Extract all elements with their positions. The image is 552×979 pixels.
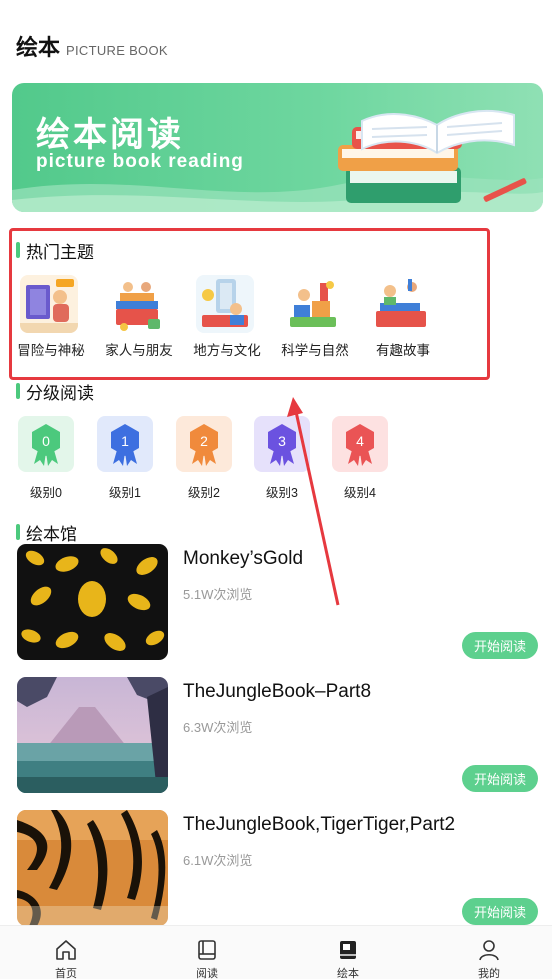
tab-label: 阅读 [196,968,218,979]
hot-topics-title: 热门主题 [26,242,94,262]
level-number: 0 [42,433,50,449]
level-item-0[interactable]: 0 级别0 [16,416,76,500]
library-header: 绘本馆 [16,522,77,544]
topic-item-adventure[interactable]: 冒险与神秘 [12,275,92,365]
start-reading-button[interactable]: 开始阅读 [462,632,538,659]
fun-stories-illustration [372,275,430,333]
level-badge-icon: 0 [32,424,60,466]
hot-topics-list: 冒险与神秘 家人与朋友 地方与文化 科学与自然 有趣故事 [12,275,482,365]
level-number: 2 [200,433,208,449]
level-badge-icon: 3 [268,424,296,466]
page-header: 绘本 PICTURE BOOK [16,30,168,60]
section-accent-bar [16,383,20,399]
tab-label: 我的 [478,968,500,979]
level-badge-icon: 2 [190,424,218,466]
book-views: 6.3W次浏览 [183,720,253,735]
topic-item-fun-stories[interactable]: 有趣故事 [364,275,444,365]
tab-reading[interactable]: 阅读 [167,930,247,979]
section-accent-bar [16,524,20,540]
tab-label: 绘本 [337,968,359,979]
level-badge-tile: 3 [254,416,310,472]
book-card[interactable]: TheJungleBook–Part8 6.3W次浏览 开始阅读 [17,677,539,795]
levels-title: 分级阅读 [26,383,94,403]
level-badge-tile: 2 [176,416,232,472]
picture-book-icon [340,941,356,959]
level-item-4[interactable]: 4 级别4 [330,416,390,500]
start-reading-button[interactable]: 开始阅读 [462,898,538,925]
page-subtitle: PICTURE BOOK [66,43,168,58]
user-icon [479,940,499,961]
level-label: 级别2 [188,486,220,500]
book-icon [198,940,216,960]
banner-title: 绘本阅读 [36,116,184,154]
topic-label: 科学与自然 [281,343,349,358]
topic-label: 冒险与神秘 [17,343,85,358]
books-illustration [338,109,527,203]
book-views: 5.1W次浏览 [183,587,253,602]
level-label: 级别4 [344,486,376,500]
book-cover-image [17,810,168,926]
level-number: 1 [121,433,129,449]
topic-label: 家人与朋友 [105,343,173,358]
adventure-illustration [20,275,78,333]
level-badge-tile: 0 [18,416,74,472]
book-title: Monkey’sGold [183,548,304,569]
page-title: 绘本 [16,35,61,60]
topic-label: 地方与文化 [193,343,261,358]
level-item-1[interactable]: 1 级别1 [95,416,155,500]
topic-label: 有趣故事 [376,343,430,358]
home-icon [56,940,76,960]
tab-mine[interactable]: 我的 [449,930,529,979]
family-illustration [108,275,166,333]
section-accent-bar [16,242,20,258]
tab-home[interactable]: 首页 [26,930,106,979]
level-label: 级别0 [30,486,62,500]
levels-list: 0 级别0 1 级别1 2 级别2 3 级别3 4 级别4 [16,416,416,500]
level-label: 级别1 [109,486,141,500]
book-card[interactable]: Monkey’sGold 5.1W次浏览 开始阅读 [17,544,539,662]
level-number: 4 [356,433,364,449]
tab-picture-book[interactable]: 绘本 [308,930,388,979]
book-title: TheJungleBook,TigerTiger,Part2 [183,814,456,835]
book-card[interactable]: TheJungleBook,TigerTiger,Part2 6.1W次浏览 开… [17,810,539,928]
topic-item-science[interactable]: 科学与自然 [276,275,356,365]
topic-item-family[interactable]: 家人与朋友 [100,275,180,365]
culture-illustration [196,275,254,333]
banner[interactable]: 绘本阅读 picture book reading [12,83,543,212]
level-item-3[interactable]: 3 级别3 [252,416,312,500]
level-number: 3 [278,433,286,449]
banner-subtitle: picture book reading [36,151,244,172]
science-illustration [284,275,342,333]
level-badge-tile: 1 [97,416,153,472]
book-cover-image [17,677,168,793]
level-badge-icon: 4 [346,424,374,466]
book-cover-image [17,544,168,660]
level-badge-icon: 1 [111,424,139,466]
bottom-tab-bar: 首页 阅读 绘本 我的 [0,925,552,979]
level-label: 级别3 [266,486,298,500]
hot-topics-header: 热门主题 [16,240,94,262]
library-title: 绘本馆 [26,524,77,544]
start-reading-button[interactable]: 开始阅读 [462,765,538,792]
level-item-2[interactable]: 2 级别2 [174,416,234,500]
tab-label: 首页 [55,968,77,979]
topic-item-culture[interactable]: 地方与文化 [188,275,268,365]
book-views: 6.1W次浏览 [183,853,253,868]
book-title: TheJungleBook–Part8 [183,681,372,702]
level-badge-tile: 4 [332,416,388,472]
levels-header: 分级阅读 [16,381,94,403]
